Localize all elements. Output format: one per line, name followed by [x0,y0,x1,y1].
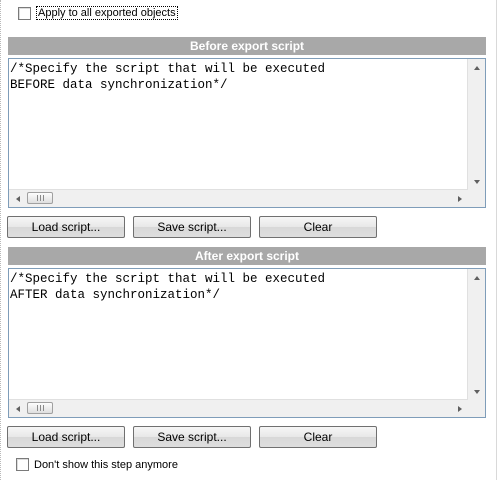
right-border [496,0,497,480]
scroll-left-icon[interactable] [9,190,26,207]
before-horizontal-scrollbar[interactable] [9,189,468,207]
after-script-line-1: /*Specify the script that will be execut… [10,272,326,286]
left-guide-line [0,0,1,480]
after-horizontal-scrollbar[interactable] [9,399,468,417]
apply-all-row[interactable]: Apply to all exported objects [18,6,178,20]
dont-show-row[interactable]: Don't show this step anymore [16,458,178,471]
before-script-editor[interactable]: /*Specify the script that will be execut… [8,58,486,208]
scroll-left-icon[interactable] [9,400,26,417]
apply-all-label: Apply to all exported objects [36,6,178,20]
scrollbar-corner [468,190,485,207]
after-script-editor[interactable]: /*Specify the script that will be execut… [8,268,486,418]
after-script-line-2: AFTER data synchronization*/ [10,288,221,302]
before-vertical-scrollbar[interactable] [467,59,485,190]
dont-show-checkbox[interactable] [16,458,29,471]
after-clear-button[interactable]: Clear [259,426,377,448]
after-vertical-scrollbar[interactable] [467,269,485,400]
after-load-script-button[interactable]: Load script... [7,426,125,448]
scroll-grip-icon[interactable] [27,192,53,204]
scroll-up-icon[interactable] [468,59,485,76]
scrollbar-corner [468,400,485,417]
before-script-line-1: /*Specify the script that will be execut… [10,62,326,76]
before-load-script-button[interactable]: Load script... [7,216,125,238]
before-script-line-2: BEFORE data synchronization*/ [10,78,228,92]
after-script-header: After export script [8,247,486,265]
after-script-text[interactable]: /*Specify the script that will be execut… [10,271,467,399]
scroll-down-icon[interactable] [468,173,485,190]
before-script-text[interactable]: /*Specify the script that will be execut… [10,61,467,189]
scroll-up-icon[interactable] [468,269,485,286]
apply-all-checkbox[interactable] [18,6,31,20]
scroll-right-icon[interactable] [451,400,468,417]
scroll-right-icon[interactable] [451,190,468,207]
before-save-script-button[interactable]: Save script... [133,216,251,238]
before-clear-button[interactable]: Clear [259,216,377,238]
scroll-down-icon[interactable] [468,383,485,400]
scroll-grip-icon[interactable] [27,402,53,414]
after-save-script-button[interactable]: Save script... [133,426,251,448]
dont-show-label: Don't show this step anymore [34,458,178,471]
before-script-header: Before export script [8,37,486,55]
